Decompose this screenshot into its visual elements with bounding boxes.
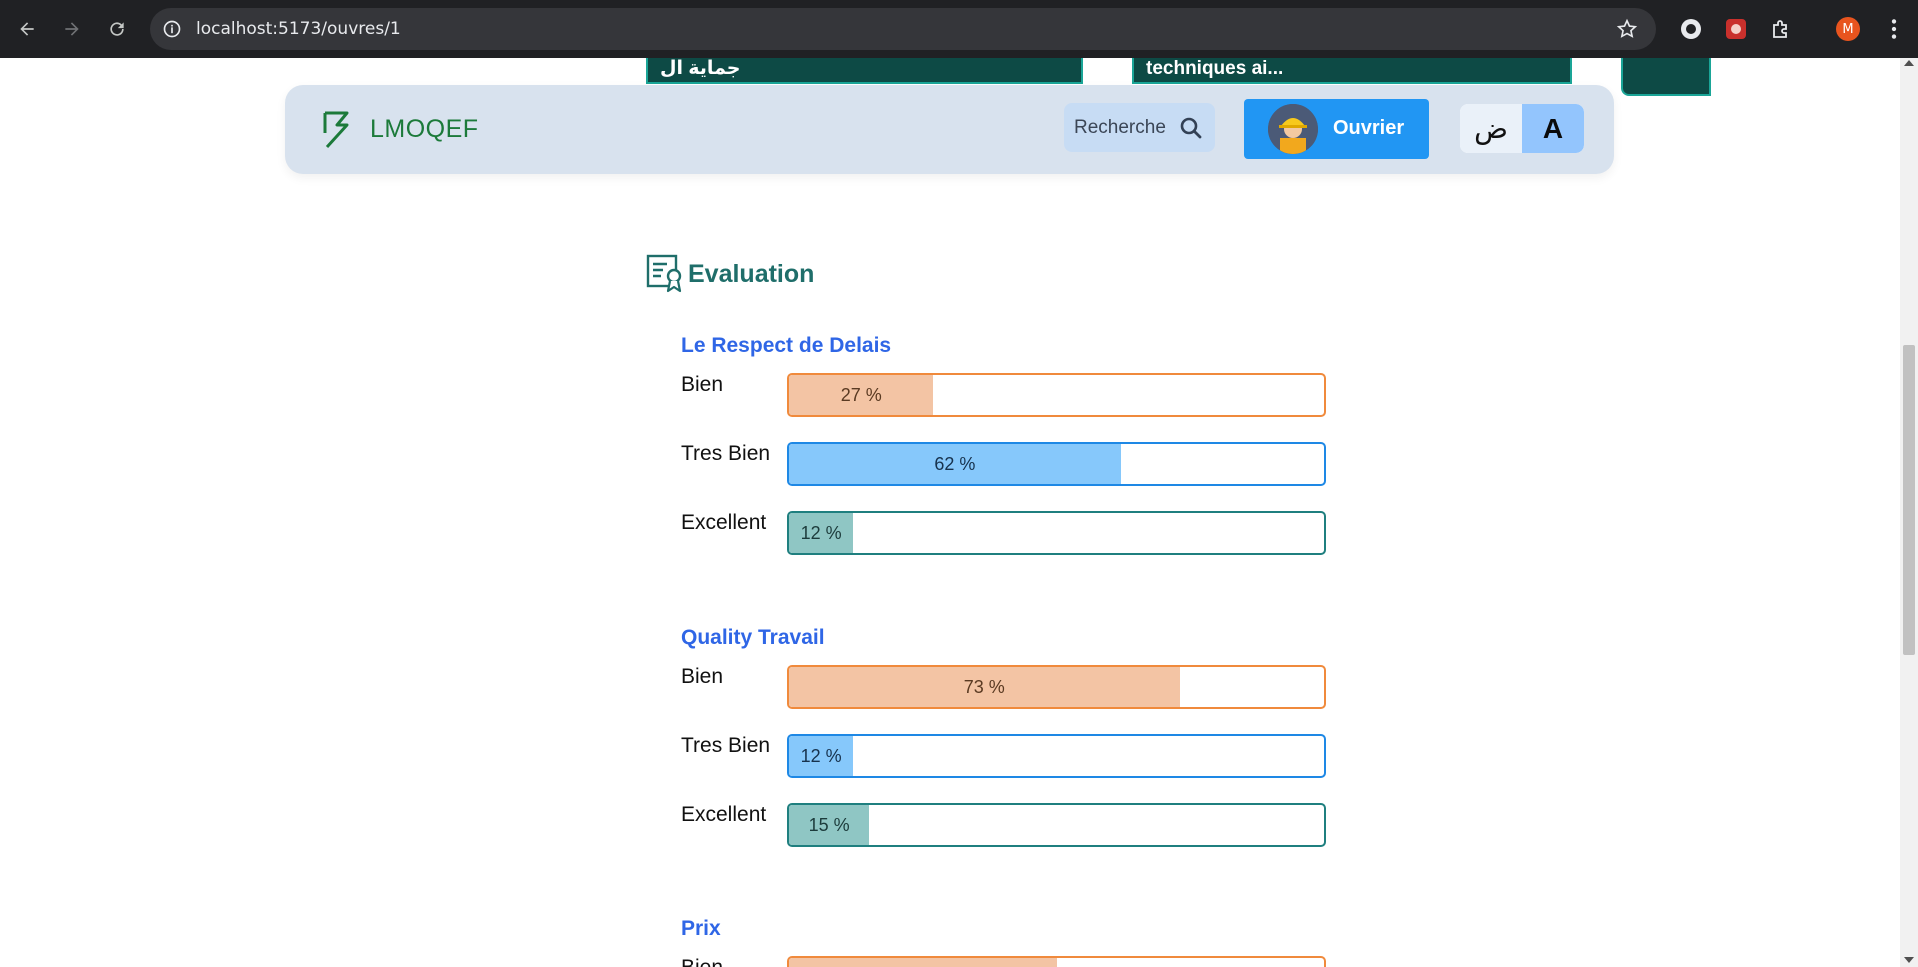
progress-fill: 73 % xyxy=(789,667,1180,707)
rating-row: Excellent 15 % xyxy=(681,803,1331,847)
rating-row: Bien 73 % xyxy=(681,665,1331,709)
group-title: Quality Travail xyxy=(681,626,825,649)
progress-fill: 62 % xyxy=(789,444,1121,484)
progress-fill: 12 % xyxy=(789,513,854,553)
card-title: جماية ال xyxy=(660,58,741,79)
url-text[interactable]: localhost:5173/ouvres/1 xyxy=(196,19,401,39)
progress-bar: 73 % xyxy=(787,665,1326,709)
group-title: Prix xyxy=(681,917,721,940)
rating-label: Bien xyxy=(681,665,724,688)
group-title: Le Respect de Delais xyxy=(681,334,892,357)
progress-fill: 15 % xyxy=(789,805,870,845)
rating-label: Bien xyxy=(681,956,723,967)
logo-icon[interactable] xyxy=(321,109,353,149)
rating-label: Excellent xyxy=(681,803,767,826)
progress-bar: 12 % xyxy=(787,734,1326,778)
lang-arabic-button[interactable]: ض xyxy=(1460,104,1522,153)
certificate-icon xyxy=(646,254,682,293)
site-info-icon[interactable] xyxy=(162,19,182,39)
search-icon[interactable] xyxy=(1179,116,1203,140)
progress-bar: 12 % xyxy=(787,511,1326,555)
rating-label: Bien xyxy=(681,373,724,396)
user-profile-button[interactable]: Ouvrier xyxy=(1244,99,1429,159)
puzzle-icon[interactable] xyxy=(1769,17,1793,41)
progress-bar: 27 % xyxy=(787,373,1326,417)
search-placeholder: Recherche xyxy=(1074,117,1166,138)
reload-icon[interactable] xyxy=(102,14,132,44)
rating-label: Tres Bien xyxy=(681,734,771,757)
lang-french-button[interactable]: A xyxy=(1522,104,1584,153)
kebab-menu-icon[interactable] xyxy=(1881,16,1907,42)
progress-bar: 62 % xyxy=(787,442,1326,486)
worker-avatar xyxy=(1268,104,1318,154)
ouvrage-card[interactable]: techniques ai... xyxy=(1132,58,1572,84)
scroll-down-icon[interactable] xyxy=(1904,957,1914,963)
search-input[interactable]: Recherche xyxy=(1064,103,1215,152)
bookmark-star-icon[interactable] xyxy=(1616,18,1638,40)
progress-fill: 27 % xyxy=(789,375,934,415)
extension-icon[interactable] xyxy=(1679,17,1703,41)
page-scrollbar[interactable] xyxy=(1900,58,1918,967)
profile-avatar[interactable]: M xyxy=(1836,17,1860,41)
page-viewport: جماية ال techniques ai... LMOQEF Recherc… xyxy=(0,58,1900,967)
rating-row: Bien xyxy=(681,956,1331,967)
rating-row: Bien 27 % xyxy=(681,373,1331,417)
extension-red-icon[interactable] xyxy=(1724,17,1748,41)
forward-icon[interactable] xyxy=(57,14,87,44)
rating-label: Tres Bien xyxy=(681,442,771,465)
language-switch[interactable]: ض A xyxy=(1460,104,1584,153)
evaluation-heading: Evaluation xyxy=(646,254,814,294)
scroll-up-icon[interactable] xyxy=(1904,60,1914,66)
rating-row: Tres Bien 12 % xyxy=(681,734,1331,778)
ouvrage-card[interactable]: جماية ال xyxy=(646,58,1083,84)
rating-row: Tres Bien 62 % xyxy=(681,442,1331,486)
back-icon[interactable] xyxy=(12,14,42,44)
evaluation-title: Evaluation xyxy=(688,259,815,288)
rating-row: Excellent 12 % xyxy=(681,511,1331,555)
progress-bar xyxy=(787,956,1326,967)
browser-toolbar: localhost:5173/ouvres/1 M xyxy=(0,0,1918,58)
rating-label: Excellent xyxy=(681,511,767,534)
user-role-label: Ouvrier xyxy=(1333,117,1405,139)
progress-bar: 15 % xyxy=(787,803,1326,847)
progress-fill: 12 % xyxy=(789,736,854,776)
logo-text[interactable]: LMOQEF xyxy=(370,115,479,144)
card-title: techniques ai... xyxy=(1146,58,1284,79)
progress-fill xyxy=(789,958,1057,967)
app-header: LMOQEF Recherche Ouvrier ض A xyxy=(285,85,1614,174)
address-bar[interactable]: localhost:5173/ouvres/1 xyxy=(150,8,1656,50)
scrollbar-thumb[interactable] xyxy=(1903,345,1915,655)
ouvrage-card[interactable] xyxy=(1621,58,1711,96)
